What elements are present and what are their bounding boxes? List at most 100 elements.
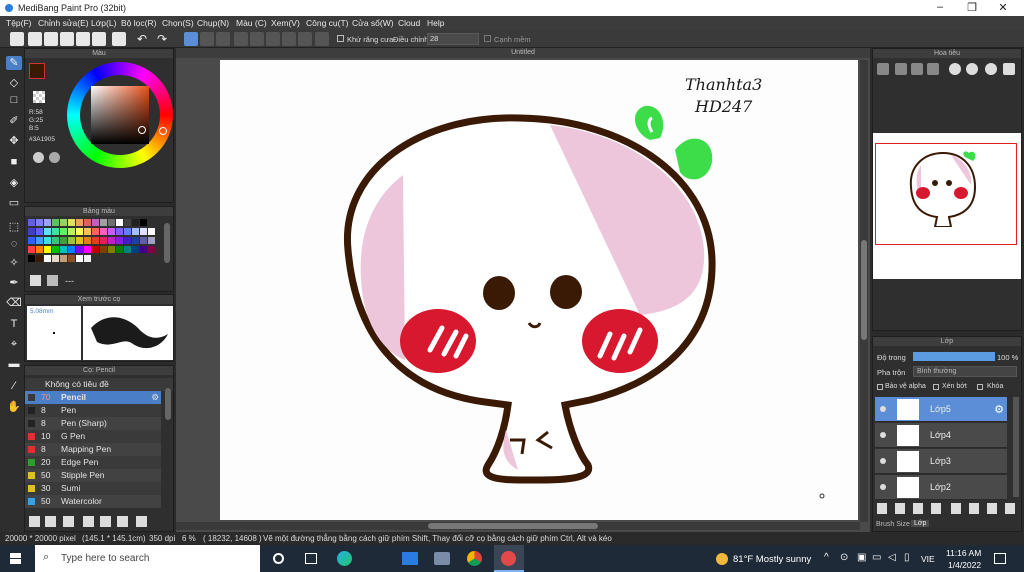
protect-alpha-checkbox[interactable] <box>877 384 883 390</box>
layer-row[interactable]: Lớp2 <box>875 475 1007 500</box>
brush-item[interactable]: 50 Watercolor <box>25 495 161 508</box>
brush-item[interactable]: 8 Pen <box>25 404 161 417</box>
palette-swatch[interactable] <box>60 219 67 226</box>
palette-swatch[interactable] <box>28 246 35 253</box>
opacity-slider[interactable] <box>913 352 995 361</box>
notifications-icon[interactable] <box>994 553 1006 564</box>
brush-copy-icon[interactable] <box>117 516 128 527</box>
palette-swatch[interactable] <box>116 246 123 253</box>
tray-display-icon[interactable]: ▣ <box>857 552 866 563</box>
palette-swatch[interactable] <box>132 246 139 253</box>
battery-icon[interactable]: ▯ <box>904 552 910 563</box>
palette-swatch[interactable] <box>84 246 91 253</box>
palette-swatch[interactable] <box>76 219 83 226</box>
cloud-icon[interactable] <box>10 32 24 46</box>
palette-swatch[interactable] <box>140 246 147 253</box>
palette-swatch[interactable] <box>44 255 51 262</box>
weather-icon[interactable] <box>716 553 728 565</box>
rotate-right-icon[interactable] <box>966 63 978 75</box>
palette-swatch[interactable] <box>68 246 75 253</box>
divide-tool-icon[interactable]: ▬ <box>6 358 22 372</box>
brush-item[interactable]: 70 Pencil ⚙ <box>25 391 161 404</box>
select-pen-icon[interactable]: ✒ <box>6 276 22 290</box>
palette-swatch[interactable] <box>76 228 83 235</box>
layer-row[interactable]: Lớp5 ⚙ <box>875 397 1007 422</box>
brush-list-scrollbar[interactable] <box>165 388 171 420</box>
text-tool-icon[interactable]: T <box>6 318 22 332</box>
palette-swatch[interactable] <box>36 255 43 262</box>
palette-swatch[interactable] <box>52 219 59 226</box>
palette-swatch[interactable] <box>92 228 99 235</box>
delete-layer-icon[interactable] <box>1005 503 1015 514</box>
zoom-fit-icon[interactable] <box>877 63 889 75</box>
canvas-tab[interactable]: Untitled <box>176 48 870 58</box>
palette-swatch[interactable] <box>36 228 43 235</box>
menu-snap[interactable]: Chụp(N) <box>197 18 229 28</box>
camera-icon[interactable] <box>434 552 450 565</box>
visibility-eye-icon[interactable] <box>880 432 886 438</box>
redo-icon[interactable]: ↷ <box>157 32 171 46</box>
navigator-thumbnail[interactable] <box>873 133 1021 279</box>
palette-swatch[interactable] <box>148 228 155 235</box>
palette-swatch[interactable] <box>60 255 67 262</box>
zoom-out-icon[interactable] <box>911 63 923 75</box>
palette-grid[interactable] <box>28 219 158 269</box>
layers-scrollbar[interactable] <box>1013 397 1019 497</box>
antialias-checkbox[interactable] <box>337 35 344 42</box>
adjust-dropdown[interactable]: 28 <box>427 33 479 45</box>
eraser-tool-icon[interactable]: ◇ <box>6 76 22 90</box>
sv-cursor[interactable] <box>138 126 146 134</box>
minimize-button[interactable]: – <box>925 1 955 13</box>
blend-mode-dropdown[interactable]: Bình thường <box>913 366 1017 377</box>
taskbar-search-box[interactable]: ⌕ Type here to search <box>35 545 260 572</box>
palette-swatch[interactable] <box>148 219 155 226</box>
zoom-reset-icon[interactable] <box>927 63 939 75</box>
chat-icon[interactable] <box>60 32 74 46</box>
close-button[interactable]: ✕ <box>988 1 1018 14</box>
horizontal-scrollbar[interactable] <box>176 522 860 530</box>
palette-swatch[interactable] <box>52 255 59 262</box>
eyedropper-icon[interactable]: ⁄ <box>6 380 22 394</box>
brush-settings-icon[interactable]: ⚙ <box>151 391 159 404</box>
volume-icon[interactable]: ◁ <box>888 552 896 563</box>
palette-swatch[interactable] <box>52 237 59 244</box>
palette-swatch[interactable] <box>116 219 123 226</box>
menu-filter[interactable]: Bộ lọc(R) <box>121 18 156 28</box>
brush-folder-icon[interactable] <box>100 516 111 527</box>
grid-icon[interactable] <box>76 32 90 46</box>
windows-start-icon[interactable] <box>10 553 21 564</box>
brush-item[interactable]: 20 Edge Pen <box>25 456 161 469</box>
palette-swatch[interactable] <box>60 228 67 235</box>
brush-item[interactable]: 8 Pen (Sharp) <box>25 417 161 430</box>
palette-swatch[interactable] <box>116 228 123 235</box>
visibility-eye-icon[interactable] <box>880 458 886 464</box>
brush-tool-icon[interactable]: ✎ <box>6 56 22 70</box>
layer-settings-icon[interactable]: ⚙ <box>994 403 1004 416</box>
snap-ellipse-icon[interactable] <box>298 32 312 46</box>
palette-swatch[interactable] <box>44 219 51 226</box>
palette-swatch[interactable] <box>108 246 115 253</box>
merge-layer-icon[interactable] <box>987 503 997 514</box>
snap-parallel-icon[interactable] <box>200 32 214 46</box>
palette-swatch[interactable] <box>100 237 107 244</box>
palette-swatch[interactable] <box>68 228 75 235</box>
add-layer-menu-icon[interactable] <box>931 503 941 514</box>
medibang-taskbar-button[interactable] <box>494 545 524 572</box>
palette-swatch[interactable] <box>108 228 115 235</box>
palette-swatch[interactable] <box>92 237 99 244</box>
palette-swatch[interactable] <box>76 237 83 244</box>
rotate-reset-icon[interactable] <box>985 63 997 75</box>
palette-swatch[interactable] <box>68 219 75 226</box>
palette-swatch[interactable] <box>108 237 115 244</box>
tab-layers[interactable]: Lớp <box>911 520 930 527</box>
gradient-tool-icon[interactable]: ▭ <box>6 196 22 210</box>
brush-item[interactable]: 50 Stipple Pen <box>25 469 161 482</box>
layer-icon[interactable] <box>112 32 126 46</box>
task-view-icon[interactable] <box>305 553 317 564</box>
palette-swatch[interactable] <box>60 237 67 244</box>
tray-chevron-icon[interactable]: ^ <box>824 552 829 563</box>
palette-swatch[interactable] <box>124 219 131 226</box>
palette-swatch[interactable] <box>84 228 91 235</box>
palette-swatch[interactable] <box>132 219 139 226</box>
lock-checkbox[interactable] <box>977 384 983 390</box>
